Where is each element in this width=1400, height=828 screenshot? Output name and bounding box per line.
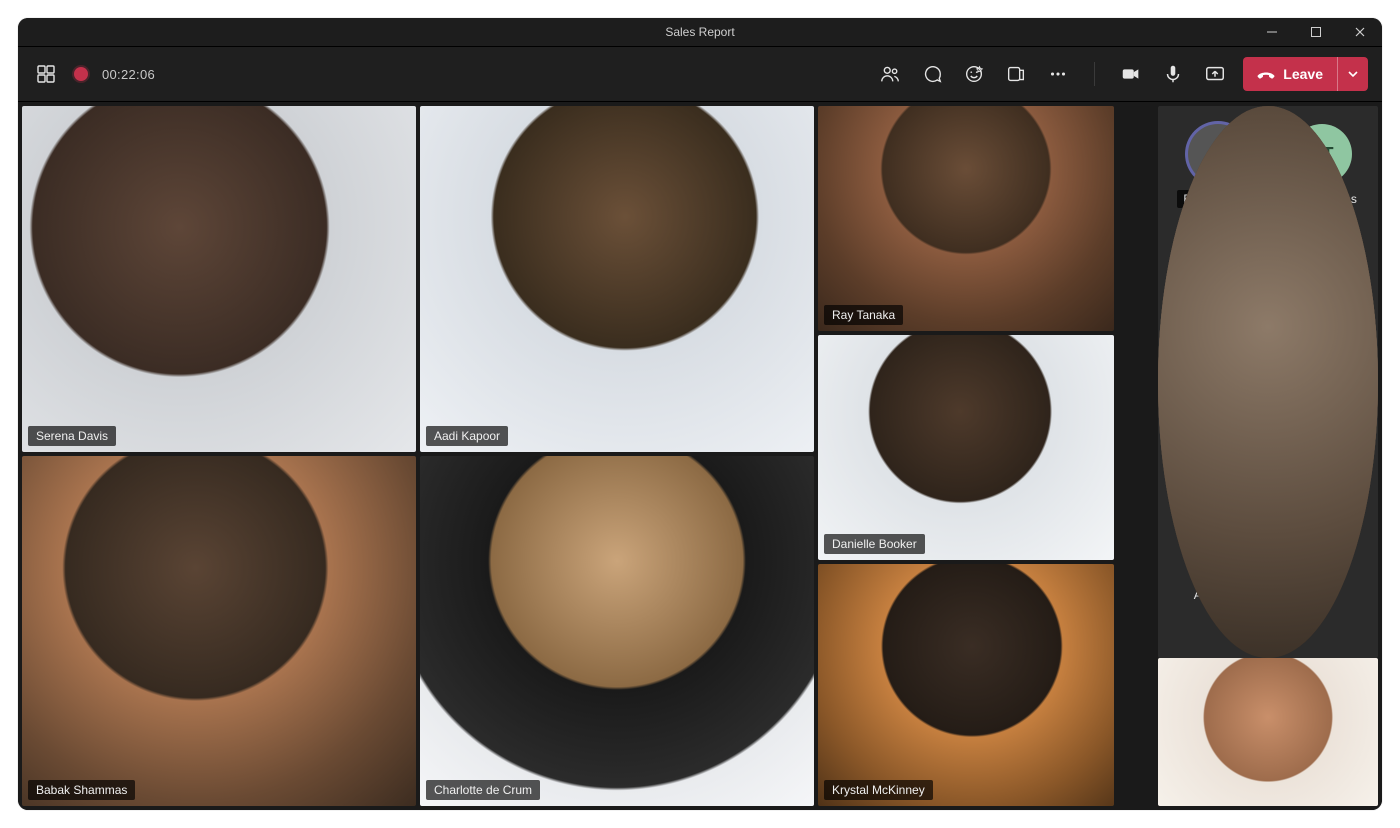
video-placeholder xyxy=(1158,658,1378,806)
reactions-icon[interactable] xyxy=(960,60,988,88)
leave-options-chevron[interactable] xyxy=(1337,57,1368,91)
meeting-toolbar: 00:22:06 xyxy=(18,47,1382,102)
call-timer: 00:22:06 xyxy=(102,67,155,82)
participant-thumbnail[interactable]: Alvin Tao xyxy=(1168,520,1268,604)
chat-icon[interactable] xyxy=(918,60,946,88)
toolbar-divider xyxy=(1094,62,1095,86)
app-window: Sales Report xyxy=(18,18,1382,810)
participant-name-chip: Charlotte de Crum xyxy=(426,780,540,800)
participant-name-chip: Babak Shammas xyxy=(28,780,135,800)
meeting-body: Serena Davis Aadi Kapoor Ray Tanaka Dani… xyxy=(18,102,1382,810)
leave-button[interactable]: Leave xyxy=(1243,57,1368,91)
video-placeholder xyxy=(420,106,814,452)
participant-name-chip: Danielle Booker xyxy=(824,534,925,554)
camera-icon[interactable] xyxy=(1117,60,1145,88)
leave-button-label: Leave xyxy=(1283,66,1323,82)
video-tile[interactable]: Babak Shammas xyxy=(22,456,416,806)
rooms-icon[interactable] xyxy=(1002,60,1030,88)
layout-grid-icon[interactable] xyxy=(32,60,60,88)
share-screen-icon[interactable] xyxy=(1201,60,1229,88)
more-options-icon[interactable] xyxy=(1044,60,1072,88)
participant-name-chip: Aadi Kapoor xyxy=(426,426,508,446)
chevron-down-icon xyxy=(1347,68,1359,80)
video-placeholder xyxy=(818,564,1114,806)
self-view-tile[interactable] xyxy=(1158,658,1378,806)
avatar xyxy=(1188,520,1248,580)
video-placeholder xyxy=(818,106,1114,331)
video-tile[interactable]: Serena Davis xyxy=(22,106,416,452)
video-placeholder xyxy=(22,106,416,452)
recording-indicator-icon xyxy=(74,67,88,81)
window-close-button[interactable] xyxy=(1338,18,1382,46)
participant-name-chip: Ray Tanaka xyxy=(824,305,903,325)
video-placeholder xyxy=(420,456,814,806)
window-minimize-button[interactable] xyxy=(1250,18,1294,46)
titlebar: Sales Report xyxy=(18,18,1382,47)
window-title: Sales Report xyxy=(665,25,734,39)
participant-name-chip: Serena Davis xyxy=(28,426,116,446)
microphone-icon[interactable] xyxy=(1159,60,1187,88)
video-placeholder xyxy=(22,456,416,806)
hangup-icon xyxy=(1257,65,1275,83)
video-tile[interactable]: Ray Tanaka xyxy=(818,106,1114,331)
video-placeholder xyxy=(818,335,1114,560)
participant-name-chip: Krystal McKinney xyxy=(824,780,933,800)
participants-panel: Bryan Wright ET Eva Terrazas Kayo Miwa B… xyxy=(1158,106,1378,658)
video-tile[interactable]: Charlotte de Crum xyxy=(420,456,814,806)
video-tile[interactable]: Danielle Booker xyxy=(818,335,1114,560)
window-maximize-button[interactable] xyxy=(1294,18,1338,46)
participants-icon[interactable] xyxy=(876,60,904,88)
video-tile[interactable]: Aadi Kapoor xyxy=(420,106,814,452)
video-tile[interactable]: Krystal McKinney xyxy=(818,564,1114,806)
window-controls xyxy=(1250,18,1382,46)
